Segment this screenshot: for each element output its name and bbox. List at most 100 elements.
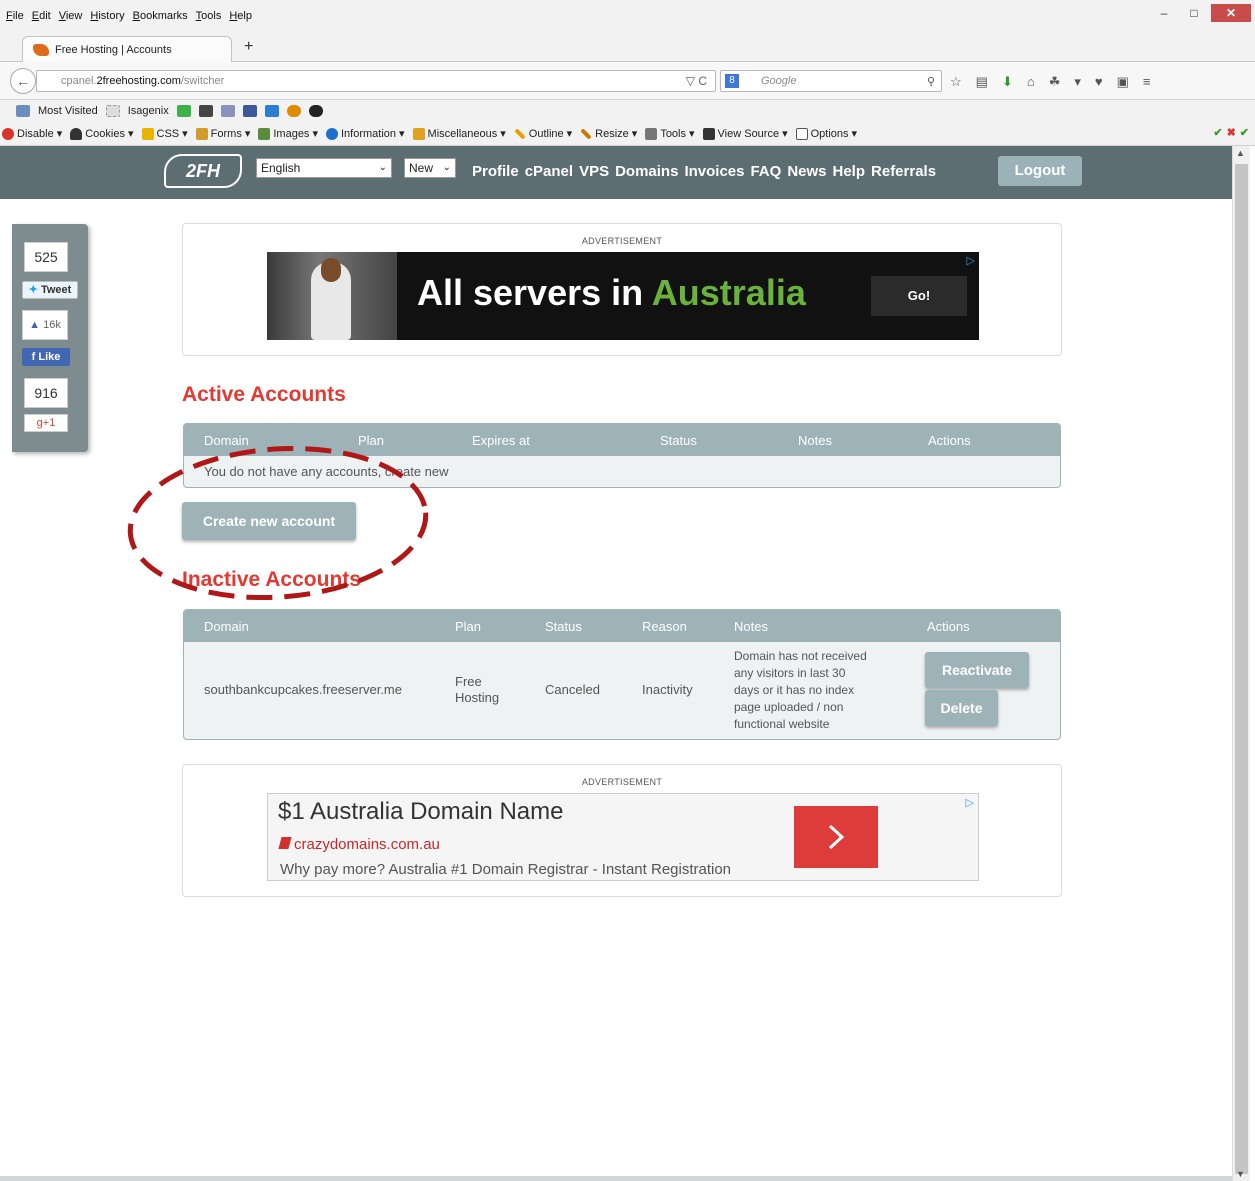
nav-cpanel[interactable]: cPanel (525, 163, 573, 180)
nav-help[interactable]: Help (833, 163, 866, 180)
menu-tools[interactable]: Tools (196, 10, 222, 22)
bookmark-most-visited[interactable]: Most Visited (38, 105, 98, 117)
dev-cookies[interactable]: Cookies ▾ (70, 127, 134, 140)
error-icon[interactable]: ✖ (1227, 126, 1236, 139)
reading-list-icon[interactable]: ▤ (976, 74, 988, 90)
bookmark-icon-3[interactable] (264, 105, 279, 117)
site-logo[interactable]: 2FH (164, 154, 242, 188)
dev-css[interactable]: CSS ▾ (141, 127, 188, 140)
dev-tools[interactable]: Tools ▾ (645, 127, 695, 140)
minimize-icon[interactable]: – (1151, 4, 1177, 22)
facebook-icon[interactable] (242, 105, 257, 117)
reactivate-button[interactable]: Reactivate (925, 652, 1029, 688)
dev-outline[interactable]: Outline ▾ (514, 127, 572, 140)
search-input[interactable]: 8 Google ⚲ (720, 70, 942, 92)
language-select[interactable]: English ⌄ (256, 158, 392, 178)
home-icon[interactable]: ⌂ (1027, 74, 1035, 90)
col-reason: Reason (642, 619, 687, 634)
search-placeholder: Google (761, 75, 797, 87)
tab-accounts[interactable]: Free Hosting | Accounts (22, 36, 232, 62)
nav-faq[interactable]: FAQ (750, 163, 781, 180)
download-icon[interactable]: ⬇ (1002, 74, 1013, 90)
information-icon (325, 127, 338, 140)
dev-view-source-label: View Source (717, 127, 780, 140)
view-source-icon (702, 127, 715, 140)
maximize-icon[interactable]: □ (1181, 4, 1207, 22)
ad-banner-domains[interactable]: $1 Australia Domain Name crazydomains.co… (267, 793, 979, 881)
new-select[interactable]: New ⌄ (404, 158, 456, 178)
bookmark-icon-2[interactable] (198, 105, 213, 117)
logout-button[interactable]: Logout (998, 156, 1082, 186)
miscellaneous-icon (412, 127, 425, 140)
nav-news[interactable]: News (787, 163, 826, 180)
ad-go-button[interactable]: Go! (871, 276, 967, 316)
back-button[interactable]: ← (10, 68, 36, 94)
ad-headline: All servers in Australia (417, 272, 806, 314)
bookmark-icon-4[interactable] (286, 105, 301, 117)
menu-help[interactable]: Help (229, 10, 252, 22)
new-select-value: New (409, 161, 434, 175)
nav-referrals[interactable]: Referrals (871, 163, 936, 180)
menu-bookmarks[interactable]: Bookmarks (133, 10, 188, 22)
page-scrollbar[interactable]: ▲ ▼ (1232, 146, 1250, 1181)
new-tab-icon[interactable]: + (244, 38, 253, 56)
ad-banner-servers[interactable]: All servers in Australia Go! ▷ (267, 252, 979, 340)
adchoices-icon[interactable]: ▷ (966, 796, 974, 809)
dev-resize[interactable]: Resize ▾ (580, 127, 637, 140)
dev-options[interactable]: Options ▾ (795, 127, 857, 140)
ad-arrow-button[interactable] (794, 806, 878, 868)
site-favicon-icon (33, 43, 49, 56)
dev-images[interactable]: Images ▾ (258, 127, 318, 140)
google-plus-button[interactable]: g+1 (24, 414, 68, 432)
col-notes: Notes (798, 433, 832, 448)
window-controls: – □ ✕ (1151, 4, 1251, 22)
menu-icon[interactable]: ≡ (1143, 74, 1151, 90)
addon-icon[interactable]: ♥ (1095, 74, 1103, 90)
nav-domains[interactable]: Domains (615, 163, 678, 180)
menu-edit[interactable]: Edit (32, 10, 51, 22)
menu-history[interactable]: History (90, 10, 124, 22)
scroll-down-icon[interactable]: ▼ (1236, 1169, 1245, 1179)
check-icon[interactable]: ✔ (1213, 126, 1222, 139)
tweet-button[interactable]: ✦ Tweet (22, 281, 78, 299)
url-bar[interactable]: cpanel. 2freehosting.com/switcher ▽ C (36, 70, 716, 92)
dev-miscellaneous[interactable]: Miscellaneous ▾ (412, 127, 506, 140)
scroll-up-icon[interactable]: ▲ (1236, 148, 1245, 158)
toolbar-icons: ☆ ▤ ⬇ ⌂ ☘ ▾ ♥ ▣ ≡ (950, 74, 1151, 90)
table-header: Domain Plan Status Reason Notes Actions (184, 610, 1060, 642)
nav-vps[interactable]: VPS (579, 163, 609, 180)
php-icon[interactable] (220, 105, 235, 117)
dev-disable[interactable]: Disable ▾ (2, 127, 62, 140)
nav-profile[interactable]: Profile (472, 163, 519, 180)
dev-forms[interactable]: Forms ▾ (195, 127, 250, 140)
images-icon (258, 127, 271, 140)
extension-icon[interactable]: ☘ (1049, 74, 1061, 90)
scroll-thumb[interactable] (1235, 164, 1248, 1174)
bookmark-icon-1[interactable] (176, 105, 191, 117)
dev-view-source[interactable]: View Source ▾ (702, 127, 788, 140)
facebook-like-button[interactable]: f Like (22, 348, 70, 366)
menu-file[interactable]: File (6, 10, 24, 22)
delete-button[interactable]: Delete (925, 690, 998, 726)
nav-invoices[interactable]: Invoices (684, 163, 744, 180)
menu-view[interactable]: View (59, 10, 83, 22)
ad-description: Why pay more? Australia #1 Domain Regist… (280, 861, 732, 878)
close-icon[interactable]: ✕ (1211, 4, 1251, 22)
dev-information[interactable]: Information ▾ (325, 127, 405, 140)
create-account-button[interactable]: Create new account (182, 502, 356, 540)
col-status: Status (545, 619, 582, 634)
qj-icon[interactable]: ▣ (1117, 74, 1129, 90)
reload-icon[interactable]: ▽ C (686, 74, 707, 88)
search-icon[interactable]: ⚲ (927, 72, 935, 92)
col-domain: Domain (204, 619, 249, 634)
col-actions: Actions (927, 619, 970, 634)
adchoices-icon[interactable]: ▷ (967, 254, 975, 267)
check-icon-2[interactable]: ✔ (1240, 126, 1249, 139)
star-icon[interactable]: ☆ (950, 74, 962, 90)
row-reason: Inactivity (642, 682, 693, 697)
bookmark-icon-5[interactable] (308, 105, 323, 117)
bookmark-isagenix[interactable]: Isagenix (128, 105, 169, 117)
dropdown-icon[interactable]: ▾ (1074, 74, 1081, 90)
tweet-label: Tweet (40, 284, 72, 296)
ad-panel-top: ADVERTISEMENT All servers in Australia G… (182, 223, 1062, 356)
